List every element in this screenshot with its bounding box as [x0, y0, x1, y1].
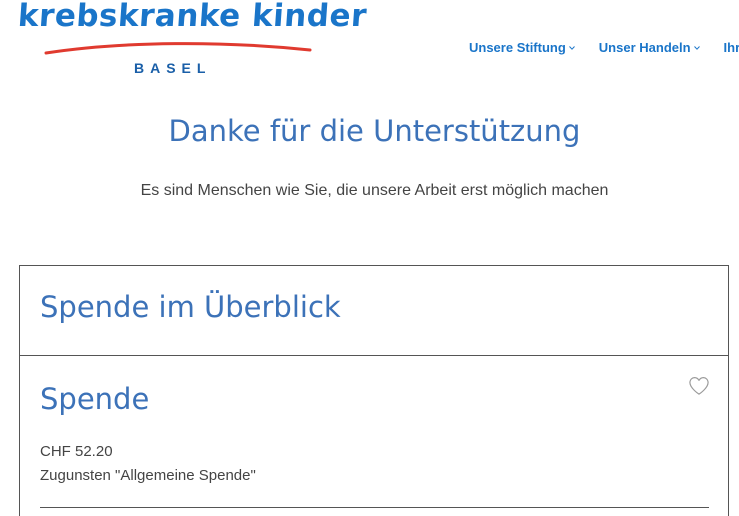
brand-logo[interactable]: krebskranke kinder BASEL — [14, 0, 368, 82]
logo-city: BASEL — [134, 60, 212, 76]
nav-item-unsere-stiftung[interactable]: Unsere Stiftung — [469, 40, 575, 55]
heart-outline-icon[interactable] — [688, 376, 710, 396]
chevron-down-icon — [568, 45, 575, 50]
page-subtitle: Es sind Menschen wie Sie, die unsere Arb… — [140, 182, 609, 199]
donation-item-title: Spende — [40, 382, 150, 416]
page-title: Danke für die Unterstützung — [168, 114, 581, 148]
nav-item-ihr[interactable]: Ihr — [724, 40, 739, 55]
logo-wordmark: krebskranke kinder — [16, 0, 369, 34]
donation-amount: CHF 52.20 — [40, 443, 113, 460]
nav-item-unser-handeln[interactable]: Unser Handeln — [599, 40, 700, 55]
page: krebskranke kinder BASEL Unsere Stiftung… — [0, 0, 739, 516]
divider — [40, 507, 709, 508]
logo-swoosh — [44, 42, 312, 55]
card-header: Spende im Überblick — [20, 266, 728, 356]
nav-item-label: Unsere Stiftung — [469, 40, 566, 55]
donation-purpose: Zugunsten "Allgemeine Spende" — [40, 467, 256, 484]
chevron-down-icon — [693, 45, 700, 50]
donation-summary-card: Spende im Überblick Spende CHF 52.20 Zug… — [19, 265, 729, 516]
card-title: Spende im Überblick — [40, 290, 341, 324]
donation-item: Spende CHF 52.20 Zugunsten "Allgemeine S… — [20, 356, 728, 516]
main-nav: Unsere Stiftung Unser Handeln Ihr — [469, 40, 739, 55]
nav-item-label: Ihr — [723, 40, 739, 55]
nav-item-label: Unser Handeln — [598, 40, 691, 55]
